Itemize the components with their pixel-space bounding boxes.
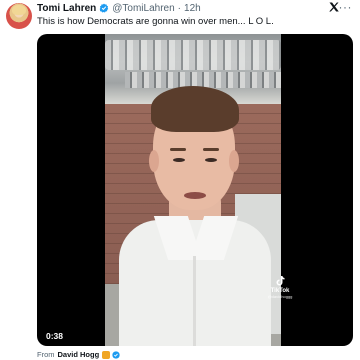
tiktok-icon — [276, 276, 285, 286]
tweet-header: Tomi Lahren @TomiLahren · 12h — [37, 1, 201, 15]
air-duct — [105, 40, 281, 70]
person-eye-left — [173, 158, 185, 162]
person-mouth — [184, 192, 206, 199]
person-ear-right — [229, 150, 239, 172]
verified-badge-icon — [100, 3, 109, 13]
video-frame — [105, 34, 281, 346]
separator-dot: · — [177, 2, 182, 14]
person-brow-left — [170, 148, 186, 151]
tweet-text: This is how Democrats are gonna win over… — [37, 16, 274, 27]
shirt-placket — [193, 256, 196, 346]
user-handle[interactable]: @TomiLahren — [112, 3, 174, 14]
tiktok-watermark: TikTok @davidhoggg — [260, 274, 300, 299]
affiliate-badge-icon — [102, 350, 111, 359]
video-duration: 0:38 — [46, 331, 64, 341]
person-ear-left — [149, 150, 159, 172]
person-eye-right — [205, 158, 217, 162]
person-hair — [151, 86, 239, 132]
avatar[interactable] — [6, 3, 32, 29]
timestamp[interactable]: 12h — [184, 3, 201, 14]
video-player[interactable]: TikTok @davidhoggg 0:38 — [37, 34, 353, 346]
display-name[interactable]: Tomi Lahren — [37, 3, 96, 14]
attribution-name[interactable]: David Hogg — [58, 350, 100, 359]
attribution-prefix: From — [37, 350, 55, 359]
tiktok-handle: @davidhoggg — [267, 294, 293, 299]
verified-badge-icon — [112, 350, 120, 359]
more-icon[interactable]: ··· — [339, 0, 353, 14]
person-brow-right — [203, 148, 219, 151]
attribution: From David Hogg — [37, 350, 120, 359]
